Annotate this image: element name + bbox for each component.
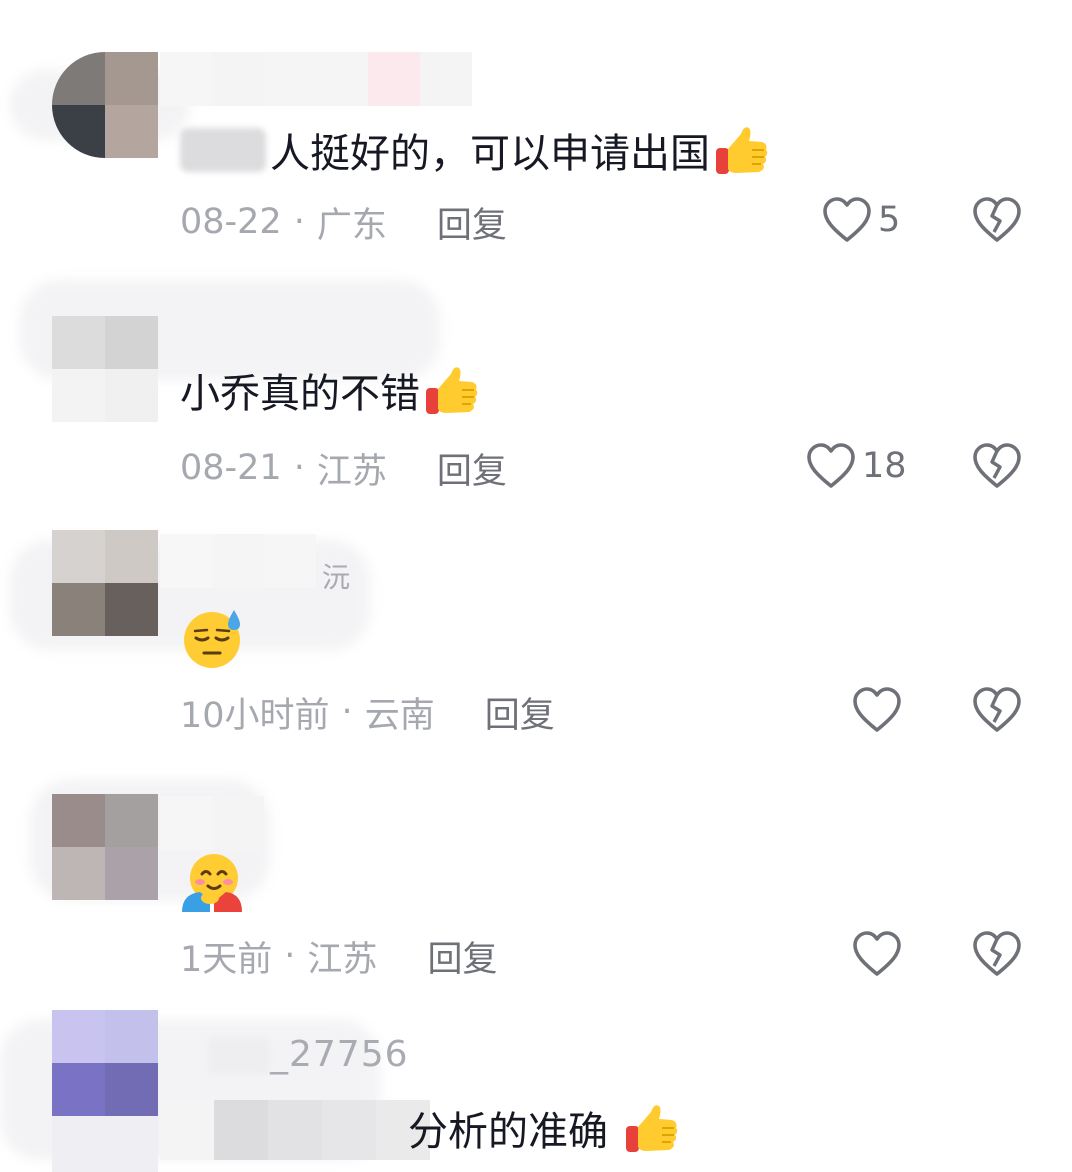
separator-dot: · [341, 692, 353, 732]
like-button[interactable] [852, 686, 908, 734]
reply-button[interactable]: 回复 [437, 197, 507, 248]
comment-date: 1天前 [180, 939, 273, 980]
username-redacted[interactable] [160, 52, 472, 106]
like-button[interactable] [852, 930, 908, 978]
comment-item: _27756 分析的准确 [0, 1010, 1072, 1172]
broken-heart-icon [972, 930, 1022, 978]
comment-meta: 08-21 · 江苏 回复 [180, 444, 507, 492]
username-fragment: 沅 [322, 561, 352, 594]
redacted-text [160, 1100, 430, 1160]
heart-outline-icon [822, 196, 872, 244]
comment-text [180, 850, 244, 914]
comment-meta: 10小时前 · 云南 回复 [180, 688, 555, 736]
like-button[interactable]: 18 [806, 442, 907, 490]
comment-location: 江苏 [316, 451, 387, 492]
comment-date: 10小时前 [180, 695, 330, 736]
avatar[interactable] [52, 52, 158, 158]
avatar[interactable] [52, 794, 158, 900]
broken-heart-icon [972, 442, 1022, 490]
hugging-face-emoji [180, 850, 244, 914]
heart-outline-icon [852, 686, 902, 734]
heart-outline-icon [806, 442, 856, 490]
thumbs-up-emoji [624, 1100, 680, 1156]
comment-location: 江苏 [307, 939, 378, 980]
comment-text: 分析的准确 [408, 1098, 680, 1158]
comment-meta: 1天前 · 江苏 回复 [180, 932, 497, 980]
comment-item: 小乔真的不错 08-21 · 江苏 回复 18 [0, 260, 1072, 510]
comment-item: 沅 10小时前 · 云南 回复 [0, 510, 1072, 760]
downcast-sweat-face-emoji [180, 606, 244, 670]
username-fragment: _27756 [208, 1034, 409, 1075]
comment-item: 1天前 · 江苏 回复 [0, 760, 1072, 1010]
reply-button[interactable]: 回复 [485, 687, 555, 738]
username-redacted[interactable] [160, 796, 264, 850]
heart-outline-icon [852, 930, 902, 978]
avatar[interactable] [52, 316, 158, 422]
like-count: 5 [878, 200, 901, 240]
avatar[interactable] [52, 1010, 158, 1172]
thumbs-up-emoji [424, 362, 480, 418]
comment-location: 云南 [364, 695, 435, 736]
separator-dot: · [284, 936, 296, 976]
thumbs-up-emoji [714, 122, 770, 178]
like-count: 18 [862, 446, 907, 486]
broken-heart-icon [972, 196, 1022, 244]
comment-text [180, 606, 244, 670]
like-button[interactable]: 5 [822, 196, 900, 244]
comment-meta: 08-22 · 广东 回复 [180, 198, 507, 246]
comment-list: 人挺好的，可以申请出国 08-22 · 广东 回复 5 小乔真的不错 08-21… [0, 0, 1072, 1172]
dislike-button[interactable] [972, 930, 1022, 978]
comment-location: 广东 [316, 205, 387, 246]
comment-date: 08-21 [180, 448, 282, 488]
dislike-button[interactable] [972, 686, 1022, 734]
avatar[interactable] [52, 530, 158, 636]
broken-heart-icon [972, 686, 1022, 734]
reply-button[interactable]: 回复 [437, 443, 507, 494]
comment-text: 小乔真的不错 [180, 360, 480, 420]
comment-date: 08-22 [180, 202, 282, 242]
separator-dot: · [293, 202, 305, 242]
comment-text: 人挺好的，可以申请出国 [180, 120, 770, 180]
separator-dot: · [293, 448, 305, 488]
username-redacted[interactable] [160, 534, 316, 588]
dislike-button[interactable] [972, 442, 1022, 490]
redacted-text [208, 1038, 270, 1074]
comment-item: 人挺好的，可以申请出国 08-22 · 广东 回复 5 [0, 0, 1072, 260]
redacted-text [180, 128, 266, 172]
reply-button[interactable]: 回复 [427, 931, 497, 982]
dislike-button[interactable] [972, 196, 1022, 244]
